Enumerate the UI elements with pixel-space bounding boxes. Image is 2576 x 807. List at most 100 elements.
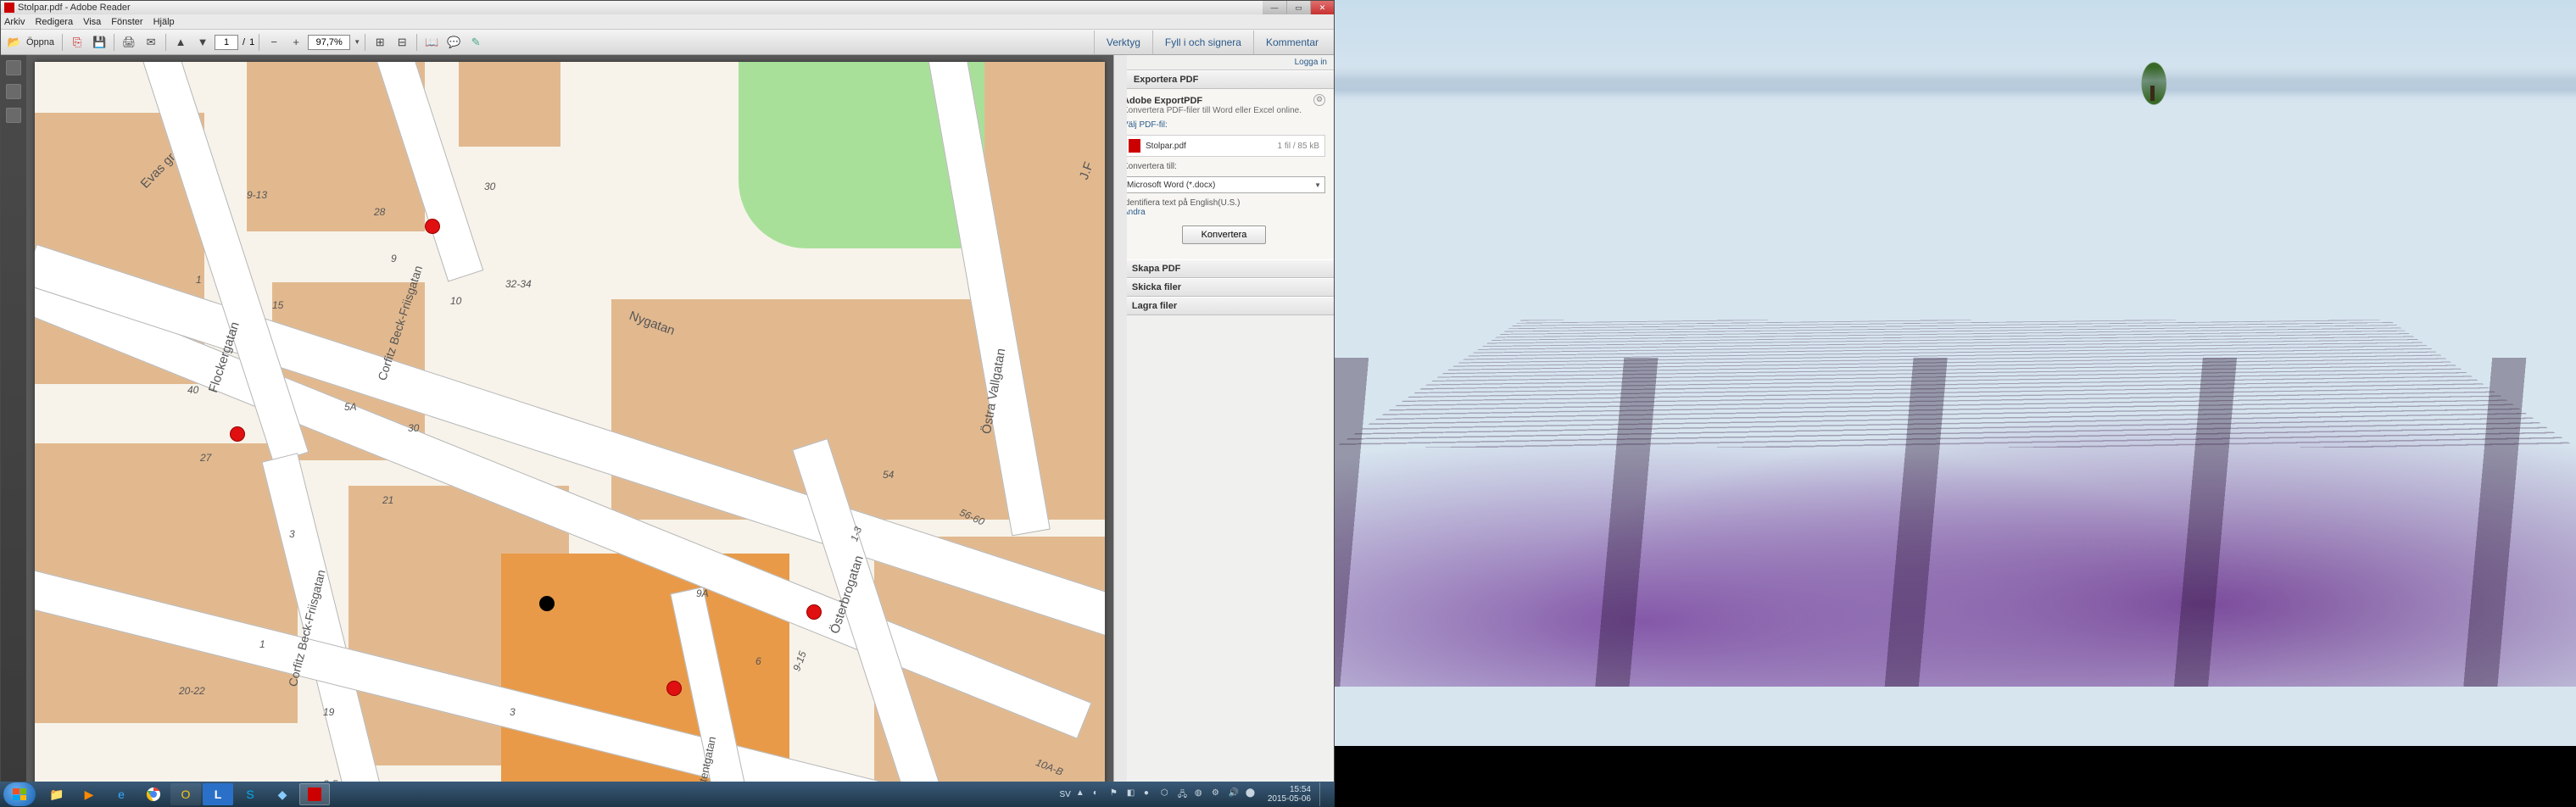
taskbar-outlook-icon[interactable]: O xyxy=(170,783,201,805)
open-folder-icon[interactable]: 📂 xyxy=(4,32,25,53)
export-pdf-body: Adobe ExportPDF ⚙ Konvertera PDF-filer t… xyxy=(1114,89,1334,259)
accordion-title: Lagra filer xyxy=(1132,301,1177,311)
adobe-reader-window: Stolpar.pdf - Adobe Reader — ▭ ✕ Arkiv R… xyxy=(0,0,1335,795)
menu-hjalp[interactable]: Hjälp xyxy=(153,17,175,27)
save-icon[interactable]: 💾 xyxy=(89,32,109,53)
page-total: 1 xyxy=(249,37,254,47)
page-sep: / xyxy=(243,37,245,47)
mail-icon[interactable]: ✉ xyxy=(141,32,161,53)
page-viewport[interactable]: Nygatan Flockergatan Corfitz Beck-Friisg… xyxy=(26,55,1113,794)
sign-icon[interactable]: ✎ xyxy=(466,32,486,53)
bookmarks-icon[interactable] xyxy=(6,84,21,99)
house-number: 20-22 xyxy=(179,685,205,697)
taskbar-ie-icon[interactable]: e xyxy=(106,783,137,805)
taskbar-media-icon[interactable]: ▶ xyxy=(74,783,104,805)
zoom-input[interactable] xyxy=(308,35,350,50)
menu-arkiv[interactable]: Arkiv xyxy=(4,17,25,27)
house-number: 27 xyxy=(200,452,211,464)
tray-clock[interactable]: 15:54 2015-05-06 xyxy=(1263,785,1311,804)
pdf-page: Nygatan Flockergatan Corfitz Beck-Friisg… xyxy=(35,62,1105,788)
house-number: 30 xyxy=(484,181,495,192)
house-number: 19 xyxy=(323,706,334,718)
login-link[interactable]: Logga in xyxy=(1114,55,1334,70)
tray-icon[interactable]: ◐ xyxy=(1093,788,1105,800)
taskbar-explorer-icon[interactable]: 📁 xyxy=(42,783,72,805)
house-number: 15 xyxy=(272,299,283,311)
tab-kommentar[interactable]: Kommentar xyxy=(1253,31,1330,54)
accordion-title: Exportera PDF xyxy=(1134,75,1198,85)
fit-page-icon[interactable]: ⊞ xyxy=(370,32,390,53)
page-up-icon[interactable]: ▲ xyxy=(170,32,191,53)
tab-fyll-signera[interactable]: Fyll i och signera xyxy=(1152,31,1253,54)
convert-button[interactable]: Konvertera xyxy=(1182,225,1267,244)
house-number: 54 xyxy=(883,469,894,481)
maximize-button[interactable]: ▭ xyxy=(1286,1,1310,14)
tray-flag-icon[interactable]: ▲ xyxy=(1076,788,1088,800)
start-button[interactable] xyxy=(3,782,36,806)
house-number: 9-15 xyxy=(790,649,808,672)
minimize-button[interactable]: — xyxy=(1263,1,1286,14)
tab-verktyg[interactable]: Verktyg xyxy=(1094,31,1152,54)
accordion-export-pdf[interactable]: ▼ Exportera PDF xyxy=(1114,70,1334,89)
windows-logo-icon xyxy=(13,788,26,800)
zoom-dropdown-icon[interactable]: ▼ xyxy=(354,38,360,46)
taskbar-chrome-icon[interactable] xyxy=(138,783,169,805)
zoom-in-icon[interactable]: + xyxy=(286,32,306,53)
accordion-title: Skapa PDF xyxy=(1132,264,1180,274)
menu-redigera[interactable]: Redigera xyxy=(35,17,73,27)
tray-icon[interactable]: ⚑ xyxy=(1110,788,1122,800)
vertical-scrollbar[interactable] xyxy=(1113,55,1127,794)
tray-icon[interactable]: ⬡ xyxy=(1161,788,1173,800)
tray-icon[interactable]: ⚙ xyxy=(1212,788,1224,800)
map-marker-red xyxy=(230,426,245,442)
house-number: 30 xyxy=(408,422,419,434)
select-file-link[interactable]: Välj PDF-fil: xyxy=(1123,120,1325,130)
service-title: Adobe ExportPDF xyxy=(1123,96,1325,106)
tray-icon[interactable]: ◍ xyxy=(1195,788,1207,800)
taskbar-app-icon[interactable]: ◆ xyxy=(267,783,298,805)
page-down-icon[interactable]: ▼ xyxy=(192,32,213,53)
change-link[interactable]: Ändra xyxy=(1123,208,1325,217)
right-monitor xyxy=(1335,0,2576,807)
selected-file-name: Stolpar.pdf xyxy=(1146,142,1186,151)
tray-volume-icon[interactable]: 🔊 xyxy=(1229,788,1241,800)
taskbar-lync-icon[interactable]: L xyxy=(203,783,233,805)
selected-file-row[interactable]: Stolpar.pdf 1 fil / 85 kB xyxy=(1123,135,1325,157)
desktop-wallpaper xyxy=(1335,0,2576,746)
accordion-skicka-filer[interactable]: ▶ Skicka filer xyxy=(1114,278,1334,297)
tray-icon[interactable]: ◧ xyxy=(1127,788,1139,800)
menu-fonster[interactable]: Fönster xyxy=(111,17,142,27)
thumbnails-icon[interactable] xyxy=(6,60,21,75)
tray-network-icon[interactable]: 🖧 xyxy=(1178,788,1190,800)
comment-icon[interactable]: 💬 xyxy=(443,32,464,53)
attachments-icon[interactable] xyxy=(6,108,21,123)
print-icon[interactable]: 🖨 xyxy=(119,32,139,53)
accordion-skapa-pdf[interactable]: ▶ Skapa PDF xyxy=(1114,259,1334,278)
convert-to-label: Konvertera till: xyxy=(1123,162,1325,171)
tray-icon[interactable]: ⬤ xyxy=(1246,788,1257,800)
house-number: 1 xyxy=(196,274,202,286)
settings-gear-icon[interactable]: ⚙ xyxy=(1313,94,1325,106)
acrobat-icon[interactable]: ⎘ xyxy=(67,32,87,53)
zoom-out-icon[interactable]: − xyxy=(264,32,284,53)
menu-visa[interactable]: Visa xyxy=(83,17,101,27)
tray-language[interactable]: SV xyxy=(1060,790,1071,799)
menubar: Arkiv Redigera Visa Fönster Hjälp xyxy=(1,14,1334,30)
titlebar[interactable]: Stolpar.pdf - Adobe Reader — ▭ ✕ xyxy=(1,1,1334,14)
tray-icon[interactable]: ● xyxy=(1144,788,1156,800)
close-button[interactable]: ✕ xyxy=(1310,1,1334,14)
page-number-input[interactable] xyxy=(215,35,238,50)
convert-format-select[interactable]: Microsoft Word (*.docx) ▼ xyxy=(1123,176,1325,193)
map-marker-red xyxy=(666,681,682,696)
fit-width-icon[interactable]: ⊟ xyxy=(392,32,412,53)
show-desktop-button[interactable] xyxy=(1319,782,1326,806)
system-tray: SV ▲ ◐ ⚑ ◧ ● ⬡ 🖧 ◍ ⚙ 🔊 ⬤ 15:54 2015-05-0… xyxy=(1060,782,1332,806)
accordion-lagra-filer[interactable]: ▶ Lagra filer xyxy=(1114,297,1334,315)
read-mode-icon[interactable]: 📖 xyxy=(421,32,442,53)
ocr-language-note: Identifiera text på English(U.S.) xyxy=(1123,198,1325,208)
map-marker-black xyxy=(539,596,555,611)
taskbar-adobe-reader-icon[interactable] xyxy=(299,783,330,805)
open-label[interactable]: Öppna xyxy=(26,37,54,47)
taskbar-skype-icon[interactable]: S xyxy=(235,783,265,805)
taskbar: 📁 ▶ e O L S ◆ SV ▲ ◐ ⚑ ◧ ● ⬡ 🖧 ◍ ⚙ 🔊 ⬤ 1… xyxy=(0,782,1335,807)
